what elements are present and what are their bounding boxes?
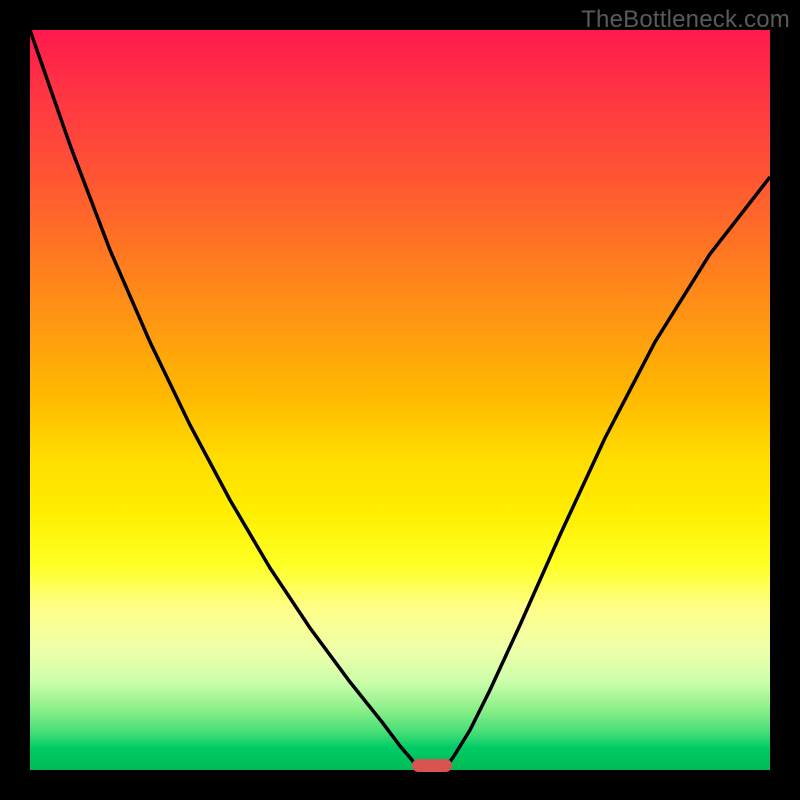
watermark-text: TheBottleneck.com xyxy=(581,6,790,34)
left-curve xyxy=(30,30,420,770)
plot-area xyxy=(30,30,770,770)
chart-container: TheBottleneck.com xyxy=(0,0,800,800)
bottleneck-marker xyxy=(412,759,452,772)
curve-layer xyxy=(30,30,770,770)
right-curve xyxy=(444,177,770,770)
